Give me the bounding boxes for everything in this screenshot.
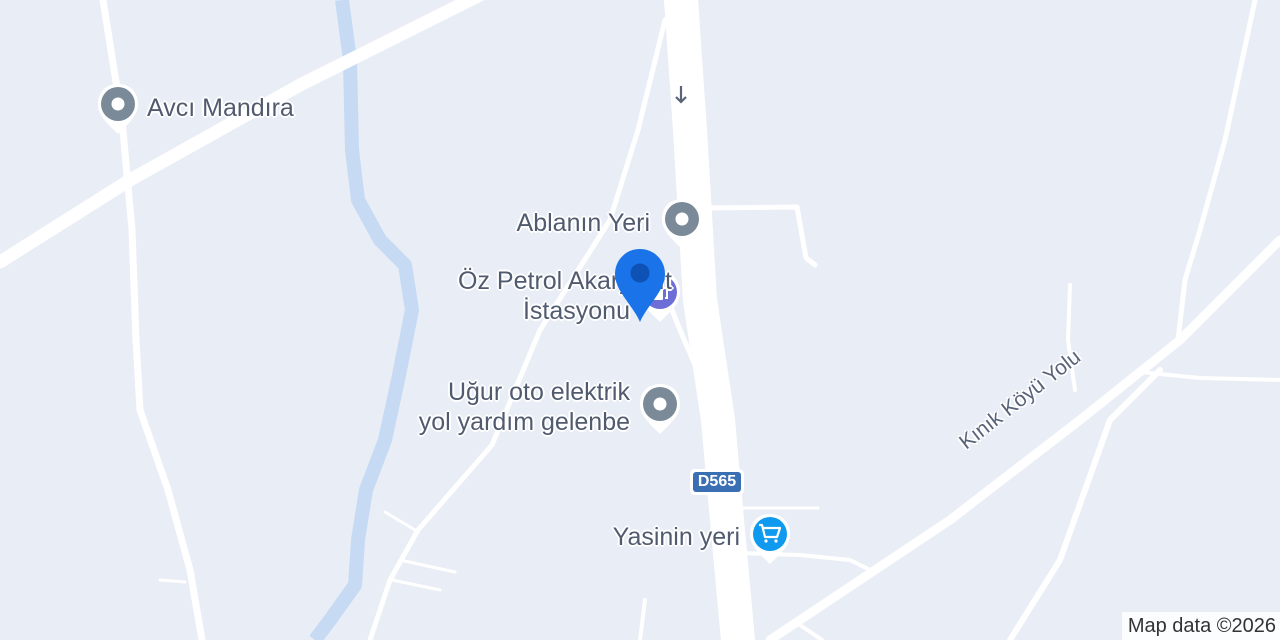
road-west-stub — [158, 578, 187, 584]
location-marker-icon[interactable] — [610, 246, 670, 326]
poi-label-ugur-line1: Uğur oto elektrik — [447, 378, 630, 406]
road-sw-minor-2 — [398, 558, 457, 574]
road-kinik-koyu — [765, 235, 1280, 640]
road-ablanin-spur — [702, 204, 818, 268]
map-canvas[interactable]: Avcı Mandıra Ablanın Yeri Öz Petrol Akar… — [0, 0, 1280, 640]
poi-label-ugur-oto-elektrik[interactable]: Uğur oto elektrik yol yardım gelenbe — [330, 377, 630, 437]
road-sw-minor-1 — [383, 510, 417, 532]
one-way-arrow-icon — [675, 86, 687, 104]
map-attribution[interactable]: Map data ©2026 — [1121, 612, 1280, 640]
poi-label-ugur-line2: yol yardım gelenbe — [418, 408, 630, 436]
road-east-vertical — [1175, 0, 1258, 343]
poi-label-yasinin-yeri[interactable]: Yasinin yeri — [560, 522, 740, 552]
pin-generic-icon — [675, 212, 689, 226]
road-shield-d565[interactable]: D565 — [690, 469, 744, 495]
poi-pin-avci-mandira[interactable] — [94, 80, 142, 140]
road-nw-diagonal — [0, 0, 485, 269]
poi-pin-yasinin-yeri[interactable] — [746, 510, 794, 570]
road-south-right — [798, 623, 824, 640]
road-shield-label: D565 — [693, 472, 741, 492]
road-east-branch — [1138, 370, 1280, 382]
pin-generic-icon — [653, 397, 667, 411]
poi-label-ablanin-yeri[interactable]: Ablanın Yeri — [440, 208, 650, 238]
poi-label-avci-mandira[interactable]: Avcı Mandıra — [147, 93, 294, 123]
road-sw-minor-3 — [390, 578, 442, 592]
pin-generic-icon — [111, 97, 125, 111]
poi-pin-ugur-oto-elektrik[interactable] — [636, 380, 684, 440]
road-south-stub — [638, 598, 647, 640]
